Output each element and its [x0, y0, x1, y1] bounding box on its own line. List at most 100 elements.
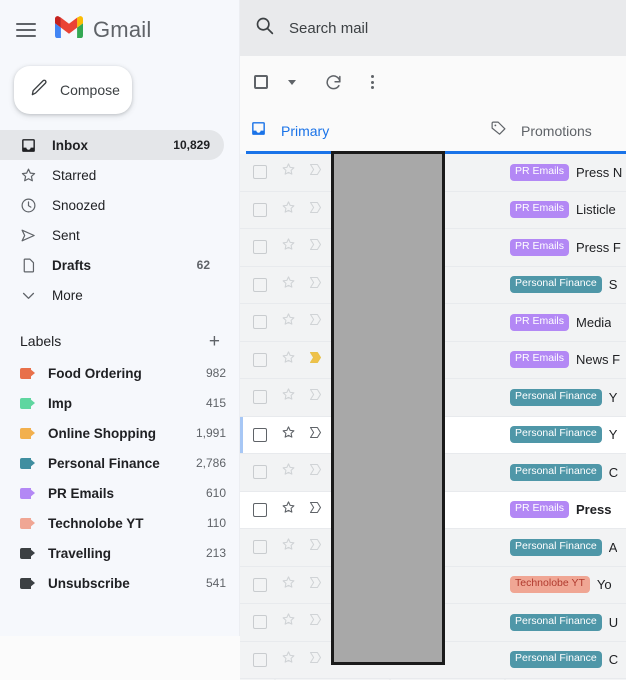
- label-item-label: Imp: [48, 395, 73, 411]
- refresh-button[interactable]: [324, 73, 343, 92]
- row-checkbox[interactable]: [253, 502, 267, 517]
- row-checkbox[interactable]: [253, 240, 267, 255]
- label-chip[interactable]: PR Emails: [510, 163, 570, 181]
- row-checkbox[interactable]: [253, 540, 267, 555]
- label-item-label: Online Shopping: [48, 425, 156, 441]
- label-tag-icon: [20, 547, 36, 559]
- compose-label: Compose: [60, 82, 120, 98]
- label-chip[interactable]: Personal Finance: [510, 426, 602, 444]
- star-icon[interactable]: [281, 312, 296, 332]
- label-item-count: 982: [205, 366, 226, 380]
- label-item-unsubscribe[interactable]: Unsubscribe 541: [0, 568, 240, 598]
- sidebar-item-label: Drafts: [52, 257, 92, 273]
- email-subject: Press: [576, 502, 612, 518]
- label-item-count: 110: [206, 516, 226, 530]
- label-item-technolobe-yt[interactable]: Technolobe YT 110: [0, 508, 240, 538]
- tab-promotions[interactable]: Promotions: [490, 108, 592, 154]
- tab-primary[interactable]: Primary: [240, 108, 490, 154]
- label-item-count: 213: [205, 546, 226, 560]
- label-chip[interactable]: Personal Finance: [510, 538, 602, 556]
- row-checkbox[interactable]: [253, 352, 267, 367]
- row-checkbox[interactable]: [253, 315, 267, 330]
- checkbox-icon: [254, 75, 268, 89]
- label-chip[interactable]: PR Emails: [510, 351, 570, 369]
- sidebar-item-drafts[interactable]: Drafts 62: [0, 250, 224, 280]
- label-chip[interactable]: Personal Finance: [510, 651, 602, 669]
- star-icon[interactable]: [281, 650, 296, 670]
- row-checkbox[interactable]: [253, 390, 267, 405]
- important-marker-icon[interactable]: [308, 275, 323, 295]
- sidebar-item-snoozed[interactable]: Snoozed: [0, 190, 224, 220]
- important-marker-icon[interactable]: [308, 537, 323, 557]
- label-item-label: Personal Finance: [48, 455, 160, 471]
- star-icon[interactable]: [281, 537, 296, 557]
- sidebar-item-more[interactable]: More: [0, 280, 224, 310]
- important-marker-icon[interactable]: [308, 500, 323, 520]
- label-chip[interactable]: PR Emails: [510, 501, 570, 519]
- label-chip[interactable]: Personal Finance: [510, 276, 602, 294]
- more-options-button[interactable]: [371, 75, 374, 89]
- label-item-personal-finance[interactable]: Personal Finance 2,786: [0, 448, 240, 478]
- row-checkbox[interactable]: [253, 652, 267, 667]
- hamburger-icon[interactable]: [16, 18, 40, 42]
- star-icon[interactable]: [281, 500, 296, 520]
- row-checkbox[interactable]: [253, 465, 267, 480]
- email-subject: Listicle: [576, 202, 616, 218]
- row-checkbox[interactable]: [253, 165, 267, 180]
- row-checkbox[interactable]: [253, 202, 267, 217]
- important-marker-icon[interactable]: [308, 462, 323, 482]
- important-marker-icon[interactable]: [308, 200, 323, 220]
- label-chip[interactable]: Technolobe YT: [510, 576, 590, 594]
- star-icon[interactable]: [281, 350, 296, 370]
- label-chip[interactable]: Personal Finance: [510, 388, 602, 406]
- important-marker-icon[interactable]: [308, 575, 323, 595]
- star-icon[interactable]: [281, 575, 296, 595]
- star-icon[interactable]: [281, 462, 296, 482]
- label-chip[interactable]: Personal Finance: [510, 463, 602, 481]
- label-tag-icon: [20, 367, 36, 379]
- chevron-down-icon[interactable]: [288, 79, 296, 85]
- important-marker-icon[interactable]: [308, 162, 323, 182]
- label-chip[interactable]: Personal Finance: [510, 613, 602, 631]
- star-icon[interactable]: [281, 275, 296, 295]
- row-checkbox[interactable]: [253, 577, 267, 592]
- row-checkbox[interactable]: [253, 615, 267, 630]
- sidebar-item-sent[interactable]: Sent: [0, 220, 224, 250]
- important-marker-icon[interactable]: [308, 312, 323, 332]
- gmail-brand[interactable]: Gmail: [54, 16, 151, 44]
- tab-label: Primary: [281, 123, 330, 139]
- star-icon[interactable]: [281, 387, 296, 407]
- label-item-online-shopping[interactable]: Online Shopping 1,991: [0, 418, 240, 448]
- select-all-checkbox[interactable]: [254, 75, 288, 89]
- star-icon[interactable]: [281, 200, 296, 220]
- star-icon[interactable]: [281, 612, 296, 632]
- label-item-imp[interactable]: Imp 415: [0, 388, 240, 418]
- label-item-travelling[interactable]: Travelling 213: [0, 538, 240, 568]
- important-marker-icon[interactable]: [308, 237, 323, 257]
- label-chip[interactable]: PR Emails: [510, 201, 570, 219]
- label-item-food-ordering[interactable]: Food Ordering 982: [0, 358, 240, 388]
- label-tag-icon: [20, 397, 36, 409]
- send-icon: [20, 227, 42, 244]
- star-icon[interactable]: [281, 425, 296, 445]
- label-item-pr-emails[interactable]: PR Emails 610: [0, 478, 240, 508]
- clock-icon: [20, 197, 42, 214]
- plus-icon[interactable]: +: [209, 332, 220, 351]
- star-icon[interactable]: [281, 162, 296, 182]
- row-checkbox[interactable]: [253, 277, 267, 292]
- sidebar-item-count: 62: [196, 258, 210, 272]
- search-input[interactable]: Search mail: [240, 0, 626, 56]
- important-marker-icon[interactable]: [308, 650, 323, 670]
- sidebar-item-starred[interactable]: Starred: [0, 160, 224, 190]
- sidebar-item-inbox[interactable]: Inbox 10,829: [0, 130, 224, 160]
- important-marker-icon[interactable]: [308, 612, 323, 632]
- label-chip[interactable]: PR Emails: [510, 313, 570, 331]
- important-marker-icon[interactable]: [308, 425, 323, 445]
- important-marker-icon[interactable]: [308, 387, 323, 407]
- star-icon[interactable]: [281, 237, 296, 257]
- row-checkbox[interactable]: [253, 427, 267, 442]
- email-subject: Yo: [596, 577, 612, 593]
- label-chip[interactable]: PR Emails: [510, 238, 570, 256]
- important-marker-icon[interactable]: [308, 350, 323, 370]
- compose-button[interactable]: Compose: [14, 66, 132, 114]
